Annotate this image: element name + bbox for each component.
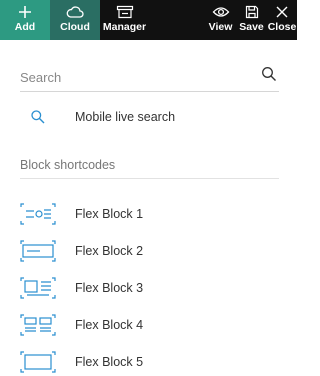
close-label: Close bbox=[267, 21, 297, 33]
block-item-flex-block-3[interactable]: Flex Block 3 bbox=[20, 269, 279, 306]
block-item-flex-block-4[interactable]: Flex Block 4 bbox=[20, 306, 279, 343]
flex-block-3-icon bbox=[20, 275, 56, 301]
flex-block-2-icon bbox=[20, 238, 56, 264]
flex-block-1-icon bbox=[20, 201, 56, 227]
cloud-label: Cloud bbox=[60, 21, 90, 33]
manager-icon bbox=[116, 5, 133, 19]
toolbar: Add Cloud Manager View Save Close bbox=[0, 0, 297, 40]
save-button[interactable]: Save bbox=[236, 0, 267, 40]
flex-block-5-icon bbox=[20, 349, 56, 375]
block-label: Flex Block 1 bbox=[75, 206, 144, 221]
block-label: Flex Block 2 bbox=[75, 243, 144, 258]
close-button[interactable]: Close bbox=[267, 0, 297, 40]
block-list: Flex Block 1 Flex Block 2 Flex Block 3 F… bbox=[20, 195, 279, 376]
manager-button[interactable]: Manager bbox=[100, 0, 149, 40]
block-item-flex-block-1[interactable]: Flex Block 1 bbox=[20, 195, 279, 232]
block-label: Flex Block 5 bbox=[75, 354, 144, 369]
add-label: Add bbox=[14, 21, 36, 33]
view-label: View bbox=[208, 21, 233, 33]
save-icon bbox=[245, 5, 258, 19]
block-label: Flex Block 3 bbox=[75, 280, 144, 295]
mobile-live-search-label: Mobile live search bbox=[75, 110, 176, 124]
block-item-flex-block-2[interactable]: Flex Block 2 bbox=[20, 232, 279, 269]
eye-icon bbox=[212, 7, 229, 17]
search-input[interactable] bbox=[20, 66, 250, 88]
search-icon bbox=[30, 109, 50, 125]
cloud-button[interactable]: Cloud bbox=[50, 0, 100, 40]
flex-block-4-icon bbox=[20, 312, 56, 338]
section-divider bbox=[20, 178, 279, 179]
manager-label: Manager bbox=[102, 21, 147, 33]
search-icon[interactable] bbox=[261, 66, 277, 82]
block-item-flex-block-5[interactable]: Flex Block 5 bbox=[20, 343, 279, 376]
add-button[interactable]: Add bbox=[0, 0, 50, 40]
mobile-live-search-item[interactable]: Mobile live search bbox=[20, 104, 279, 130]
view-button[interactable]: View bbox=[205, 0, 236, 40]
block-label: Flex Block 4 bbox=[75, 317, 144, 332]
plus-icon bbox=[19, 6, 31, 18]
search-bar bbox=[20, 62, 279, 92]
block-shortcodes-heading: Block shortcodes bbox=[20, 158, 116, 172]
save-label: Save bbox=[239, 21, 264, 33]
cloud-icon bbox=[66, 6, 84, 18]
close-icon bbox=[276, 6, 288, 18]
